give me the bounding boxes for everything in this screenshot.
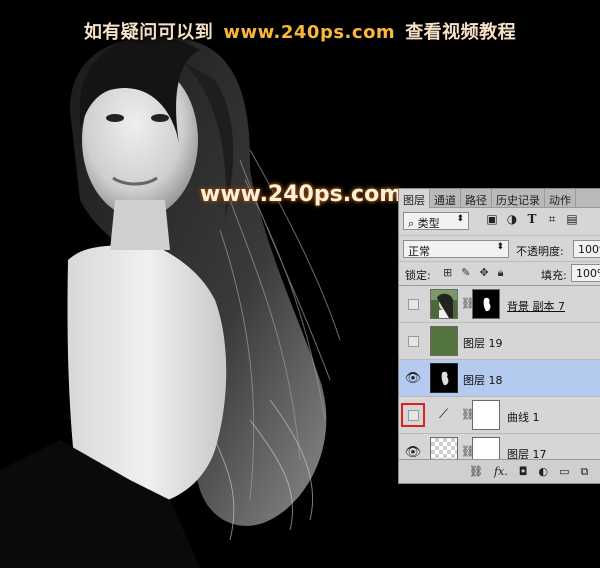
visibility-toggle[interactable]: 👁︎ bbox=[403, 442, 423, 460]
blend-row: 正常 ⬍ 不透明度: 100% bbox=[399, 235, 600, 261]
chevron-updown-icon: ⬍ bbox=[456, 214, 464, 224]
lock-row: 锁定: ⊞ ✎ ✥ 🔒︎ 填充: 100% bbox=[399, 261, 600, 285]
watermark-top-right: 查看视频教程 bbox=[405, 22, 517, 43]
watermark-top-left: 如有疑问可以到 bbox=[83, 22, 214, 43]
tab-history[interactable]: 历史记录 bbox=[492, 189, 545, 207]
opacity-label: 不透明度: bbox=[516, 245, 564, 258]
new-layer-icon[interactable]: ⧉ bbox=[580, 466, 588, 478]
link-layers-icon[interactable]: ⛓︎ bbox=[469, 466, 483, 478]
chevron-updown-icon: ⬍ bbox=[496, 242, 504, 252]
eye-icon: 👁︎ bbox=[404, 444, 422, 460]
new-group-icon[interactable]: ▭ bbox=[559, 466, 569, 478]
tab-layers[interactable]: 图层 bbox=[399, 189, 430, 209]
tab-actions[interactable]: 动作 bbox=[545, 189, 576, 207]
layer-list: ⛓︎ 背景 副本 7 图层 19 👁︎ 图层 18 ⟋ ⛓︎ 曲线 1 👁︎ ⛓… bbox=[399, 285, 600, 459]
opacity-field[interactable]: 100% bbox=[573, 240, 600, 258]
layer-row[interactable]: ⟋ ⛓︎ 曲线 1 bbox=[399, 397, 600, 434]
fx-icon[interactable]: fx. bbox=[494, 466, 508, 478]
adjustment-layer-icon[interactable]: ◐ bbox=[538, 466, 548, 478]
footer-icons: ⛓︎ fx. ◘ ◐ ▭ ⧉ bbox=[469, 466, 588, 478]
layer-name: 图层 18 bbox=[463, 374, 503, 387]
lock-all-icon[interactable]: 🔒︎ bbox=[498, 267, 504, 279]
tab-paths[interactable]: 路径 bbox=[461, 189, 492, 207]
layer-mask-thumbnail[interactable] bbox=[472, 289, 500, 319]
fill-value: 100% bbox=[576, 267, 600, 280]
layer-name: 图层 17 bbox=[507, 448, 547, 459]
hidden-box-icon bbox=[407, 298, 419, 310]
fill-field[interactable]: 100% bbox=[571, 264, 600, 282]
layer-thumbnail bbox=[430, 363, 458, 393]
visibility-toggle[interactable] bbox=[401, 403, 425, 427]
lock-label: 锁定: bbox=[405, 269, 431, 282]
add-mask-icon[interactable]: ◘ bbox=[519, 466, 528, 478]
lock-position-icon[interactable]: ✥ bbox=[479, 267, 488, 279]
search-icon: ⌕ bbox=[408, 217, 415, 230]
layers-panel[interactable]: 图层 通道 路径 历史记录 动作 ⌕ 类型 ⬍ ▣ ◑ T ⌗ ▤ 正常 ⬍ 不… bbox=[398, 188, 600, 484]
layer-mask-thumbnail[interactable] bbox=[472, 437, 500, 459]
layer-name: 背景 副本 7 bbox=[507, 300, 565, 313]
watermark-center: www.240ps.com bbox=[200, 182, 403, 207]
layer-thumbnail bbox=[430, 289, 458, 319]
image-filter-icon[interactable]: ▣ bbox=[486, 213, 498, 225]
panel-footer: ⛓︎ fx. ◘ ◐ ▭ ⧉ bbox=[399, 459, 600, 483]
tab-channels[interactable]: 通道 bbox=[430, 189, 461, 207]
layer-row[interactable]: 图层 19 bbox=[399, 323, 600, 360]
layer-row[interactable]: 👁︎ 图层 18 bbox=[399, 360, 600, 397]
blend-mode-select[interactable]: 正常 ⬍ bbox=[403, 240, 509, 258]
visibility-toggle[interactable] bbox=[403, 331, 423, 351]
visibility-toggle[interactable]: 👁︎ bbox=[403, 368, 423, 388]
hidden-box-icon bbox=[407, 335, 419, 347]
opacity-value: 100% bbox=[578, 243, 600, 256]
layer-row[interactable]: ⛓︎ 背景 副本 7 bbox=[399, 286, 600, 323]
shape-filter-icon[interactable]: ⌗ bbox=[546, 213, 558, 225]
layer-thumbnail bbox=[430, 437, 458, 459]
layer-name: 曲线 1 bbox=[507, 411, 540, 424]
layer-name: 图层 19 bbox=[463, 337, 503, 350]
filter-icons: ▣ ◑ T ⌗ ▤ bbox=[486, 213, 578, 225]
type-filter-icon[interactable]: T bbox=[526, 213, 538, 225]
lock-paint-icon[interactable]: ✎ bbox=[461, 267, 470, 279]
curves-adjustment-icon: ⟋ bbox=[439, 407, 449, 422]
filter-kind-value: 类型 bbox=[417, 217, 440, 230]
lock-icons: ⊞ ✎ ✥ 🔒︎ bbox=[443, 267, 504, 279]
watermark-top: 如有疑问可以到 www.240ps.com 查看视频教程 bbox=[0, 18, 600, 44]
visibility-toggle[interactable] bbox=[403, 294, 423, 314]
smart-object-filter-icon[interactable]: ▤ bbox=[566, 213, 578, 225]
filter-bar: ⌕ 类型 ⬍ ▣ ◑ T ⌗ ▤ bbox=[399, 209, 600, 235]
fill-label: 填充: bbox=[541, 269, 567, 282]
filter-kind-select[interactable]: ⌕ 类型 ⬍ bbox=[403, 212, 469, 230]
layer-thumbnail bbox=[430, 326, 458, 356]
layer-row[interactable]: 👁︎ ⛓︎ 图层 17 bbox=[399, 434, 600, 459]
adjustment-filter-icon[interactable]: ◑ bbox=[506, 213, 518, 225]
eye-icon: 👁︎ bbox=[404, 370, 422, 386]
panel-tabs: 图层 通道 路径 历史记录 动作 bbox=[399, 189, 600, 209]
blend-mode-value: 正常 bbox=[408, 245, 430, 258]
watermark-top-url: www.240ps.com bbox=[223, 22, 396, 43]
lock-transparent-icon[interactable]: ⊞ bbox=[443, 267, 452, 279]
hidden-box-icon bbox=[407, 409, 419, 421]
layer-mask-thumbnail[interactable] bbox=[472, 400, 500, 430]
